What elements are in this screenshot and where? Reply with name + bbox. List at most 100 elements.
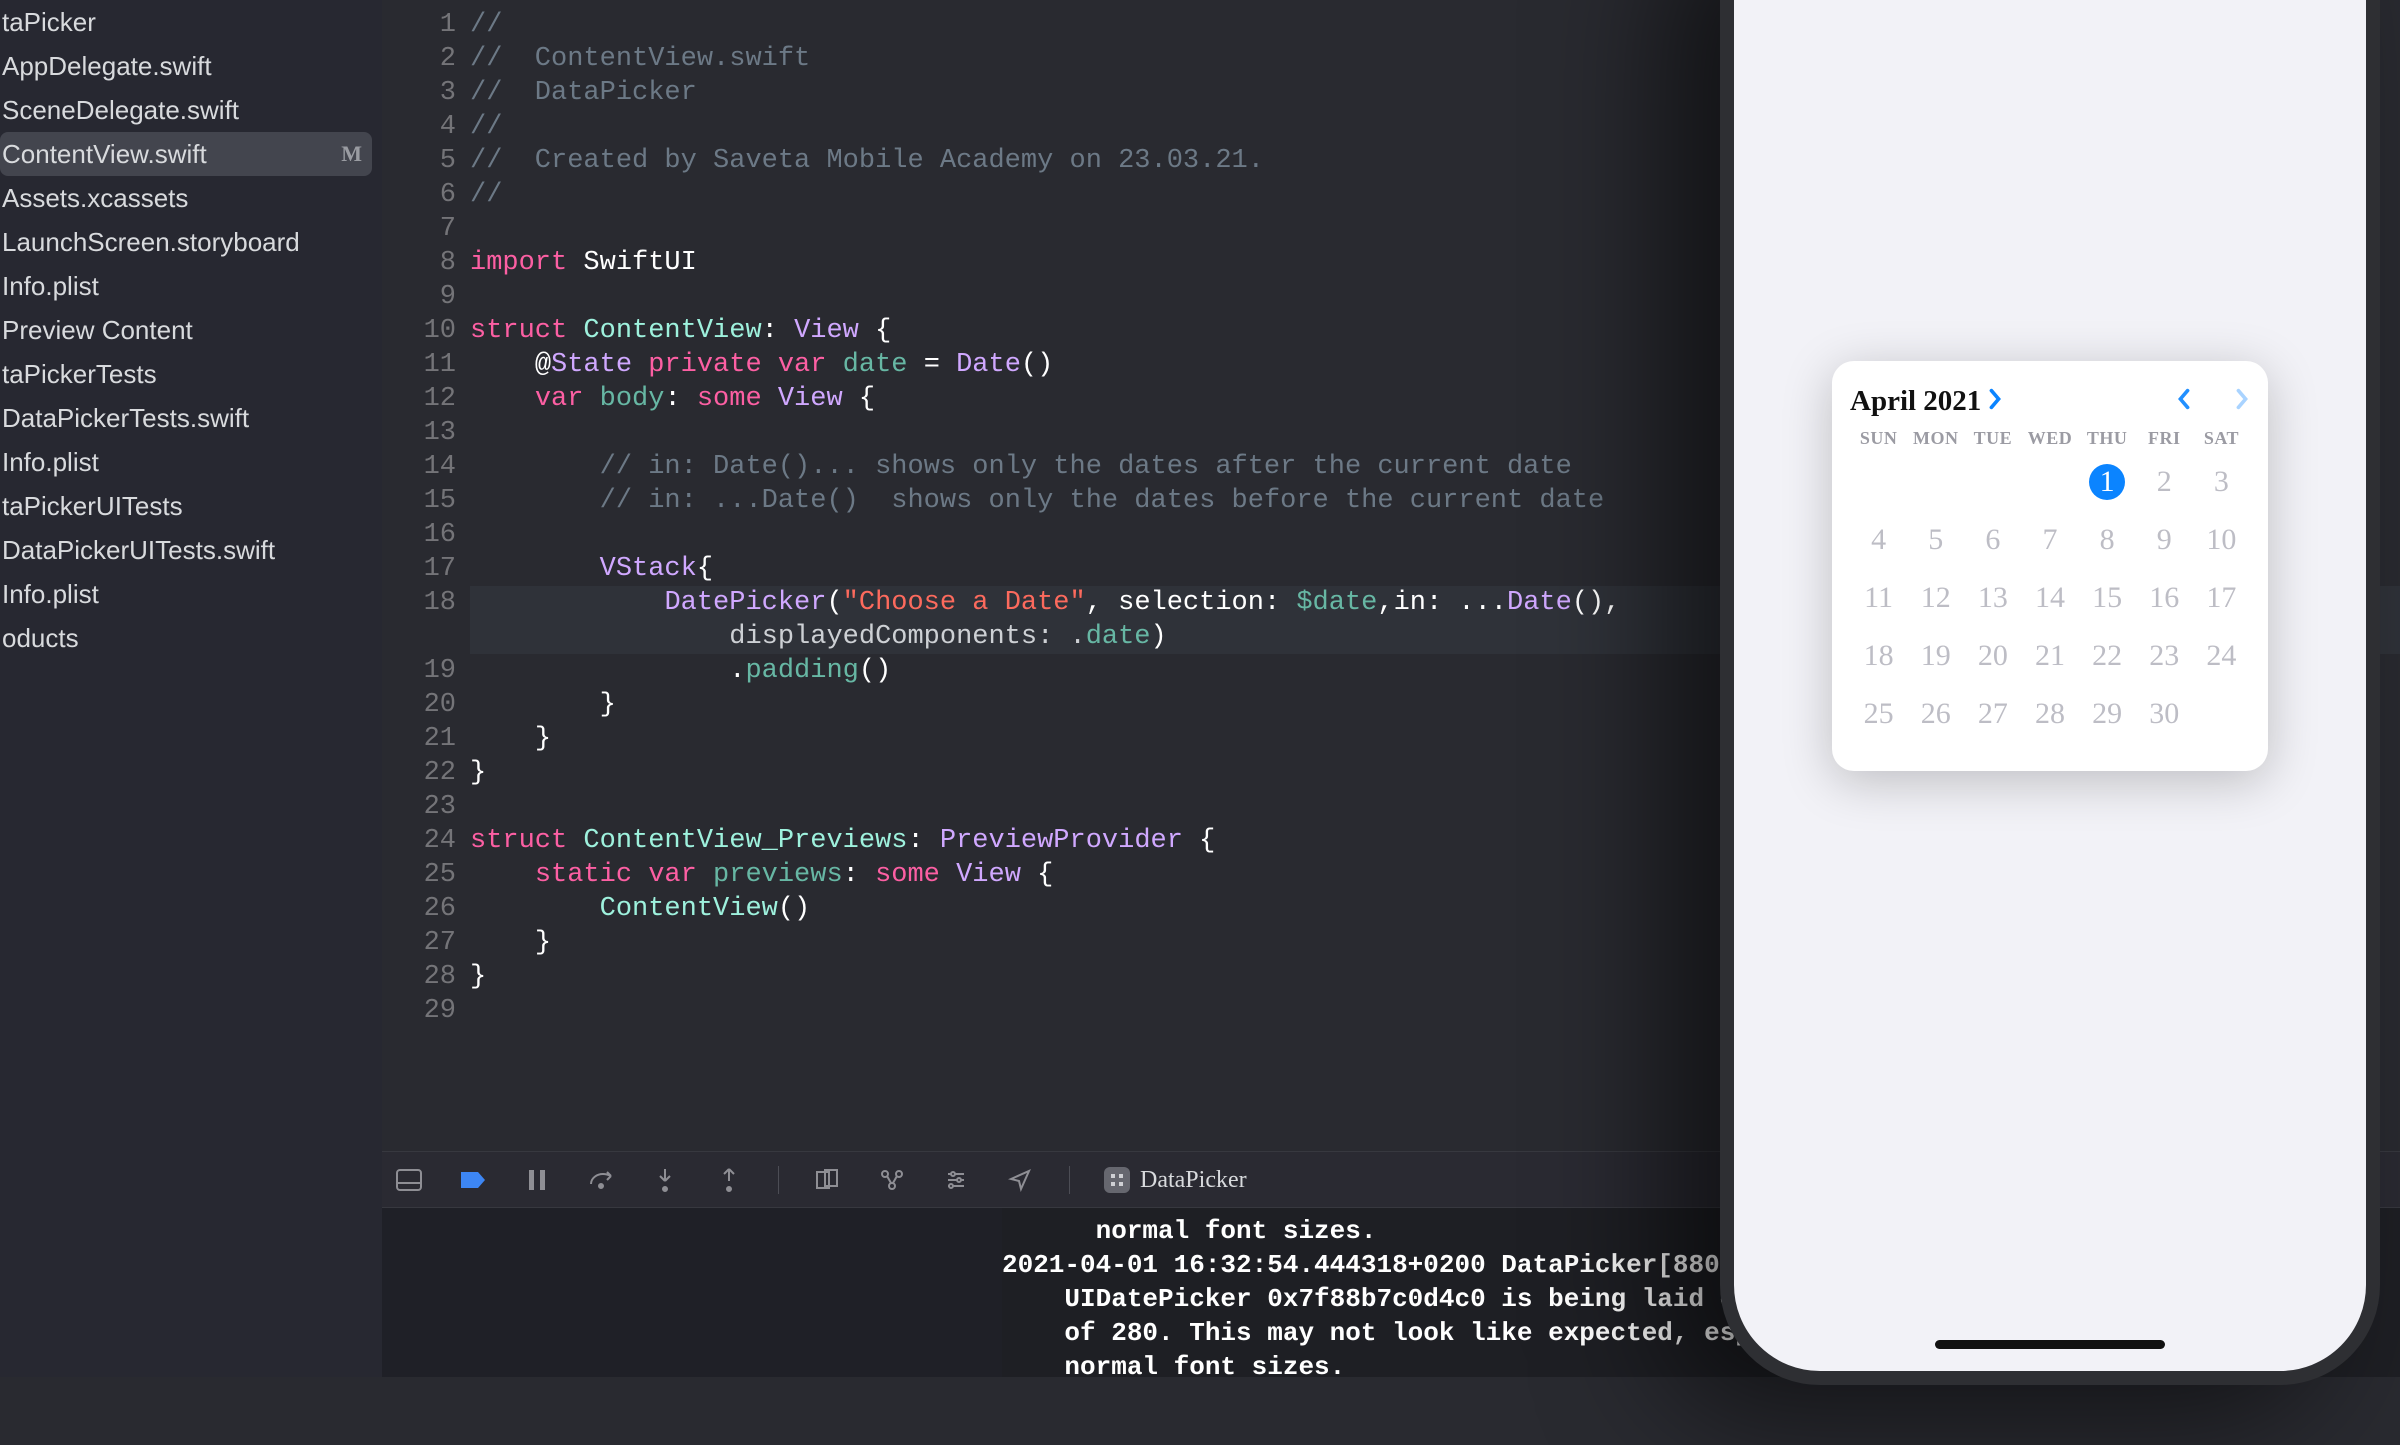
environment-overrides-icon[interactable] <box>941 1165 971 1195</box>
line-number: 3 <box>400 76 470 110</box>
debug-memory-graph-icon[interactable] <box>877 1165 907 1195</box>
line-number: 29 <box>400 994 470 1028</box>
line-number: 11 <box>400 348 470 382</box>
debug-view-hierarchy-icon[interactable] <box>813 1165 843 1195</box>
line-number: 15 <box>400 484 470 518</box>
line-number: 14 <box>400 450 470 484</box>
navigator-item[interactable]: taPicker <box>0 0 382 44</box>
code-line[interactable]: displayedComponents: .date) <box>470 620 2400 654</box>
modified-badge: M <box>341 143 362 165</box>
code-line[interactable]: } <box>470 926 2400 960</box>
code-area[interactable]: //// ContentView.swift// DataPicker//// … <box>470 0 2400 1151</box>
line-number: 25 <box>400 858 470 892</box>
code-line[interactable]: static var previews: some View { <box>470 858 2400 892</box>
code-line[interactable]: } <box>470 960 2400 994</box>
divider <box>1069 1166 1070 1194</box>
navigator-item-label: Assets.xcassets <box>2 185 188 211</box>
navigator-item[interactable]: DataPickerUITests.swift <box>0 528 382 572</box>
code-line[interactable]: // in: Date()... shows only the dates af… <box>470 450 2400 484</box>
code-line[interactable]: DatePicker("Choose a Date", selection: $… <box>470 586 2400 620</box>
line-number: 28 <box>400 960 470 994</box>
code-line[interactable] <box>470 790 2400 824</box>
line-number: 6 <box>400 178 470 212</box>
hide-debug-area-icon[interactable] <box>394 1165 424 1195</box>
line-number: 5 <box>400 144 470 178</box>
code-line[interactable]: // Created by Saveta Mobile Academy on 2… <box>470 144 2400 178</box>
step-into-icon[interactable] <box>650 1165 680 1195</box>
code-line[interactable]: struct ContentView_Previews: PreviewProv… <box>470 824 2400 858</box>
code-line[interactable] <box>470 518 2400 552</box>
code-line[interactable]: .padding() <box>470 654 2400 688</box>
line-number: 18 <box>400 586 470 620</box>
line-number: 12 <box>400 382 470 416</box>
code-line[interactable]: // ContentView.swift <box>470 42 2400 76</box>
navigator-item[interactable]: Preview Content <box>0 308 382 352</box>
navigator-item[interactable]: LaunchScreen.storyboard <box>0 220 382 264</box>
navigator-item[interactable]: ContentView.swiftM <box>0 132 372 176</box>
line-number: 16 <box>400 518 470 552</box>
source-editor[interactable]: 123456789101112131415161718 192021222324… <box>382 0 2400 1151</box>
code-line[interactable]: } <box>470 722 2400 756</box>
code-line[interactable]: struct ContentView: View { <box>470 314 2400 348</box>
line-number: 22 <box>400 756 470 790</box>
line-number: 23 <box>400 790 470 824</box>
line-number: 10 <box>400 314 470 348</box>
step-out-icon[interactable] <box>714 1165 744 1195</box>
variables-view[interactable] <box>382 1208 1002 1377</box>
code-line[interactable]: // <box>470 178 2400 212</box>
navigator-item-label: taPickerUITests <box>2 493 183 519</box>
console-output[interactable]: normal font sizes. 2021-04-01 16:32:54.4… <box>1002 1208 2400 1377</box>
code-line[interactable]: @State private var date = Date() <box>470 348 2400 382</box>
navigator-item[interactable]: DataPickerTests.swift <box>0 396 382 440</box>
navigator-item-label: AppDelegate.swift <box>2 53 212 79</box>
navigator-item-label: LaunchScreen.storyboard <box>2 229 300 255</box>
debug-console: normal font sizes. 2021-04-01 16:32:54.4… <box>382 1207 2400 1377</box>
line-number: 7 <box>400 212 470 246</box>
line-number: 27 <box>400 926 470 960</box>
divider <box>778 1166 779 1194</box>
code-line[interactable]: } <box>470 756 2400 790</box>
code-line[interactable]: // in: ...Date() shows only the dates be… <box>470 484 2400 518</box>
code-line[interactable]: // <box>470 8 2400 42</box>
line-number: 21 <box>400 722 470 756</box>
line-number: 1 <box>400 8 470 42</box>
process-selector[interactable]: DataPicker <box>1104 1167 1247 1193</box>
navigator-item[interactable]: taPickerUITests <box>0 484 382 528</box>
project-navigator[interactable]: taPicker AppDelegate.swift SceneDelegate.s… <box>0 0 382 1377</box>
code-line[interactable] <box>470 280 2400 314</box>
code-line[interactable]: var body: some View { <box>470 382 2400 416</box>
step-over-icon[interactable] <box>586 1165 616 1195</box>
line-number: 20 <box>400 688 470 722</box>
code-line[interactable]: VStack{ <box>470 552 2400 586</box>
navigator-item[interactable]: AppDelegate.swift <box>0 44 382 88</box>
navigator-item-label: DataPickerUITests.swift <box>2 537 275 563</box>
navigator-item-label: Info.plist <box>2 273 99 299</box>
navigator-item[interactable]: SceneDelegate.swift <box>0 88 382 132</box>
line-number: 19 <box>400 654 470 688</box>
navigator-item-label: oducts <box>2 625 79 651</box>
breakpoints-icon[interactable] <box>458 1165 488 1195</box>
pause-icon[interactable] <box>522 1165 552 1195</box>
code-line[interactable]: ContentView() <box>470 892 2400 926</box>
navigator-item[interactable]: Info.plist <box>0 440 382 484</box>
code-line[interactable]: // <box>470 110 2400 144</box>
code-line[interactable] <box>470 994 2400 1028</box>
code-line[interactable] <box>470 212 2400 246</box>
code-line[interactable]: import SwiftUI <box>470 246 2400 280</box>
navigator-item[interactable]: Info.plist <box>0 572 382 616</box>
line-number: 17 <box>400 552 470 586</box>
line-number: 13 <box>400 416 470 450</box>
line-number: 9 <box>400 280 470 314</box>
navigator-item[interactable]: oducts <box>0 616 382 660</box>
code-line[interactable]: } <box>470 688 2400 722</box>
navigator-item[interactable]: Info.plist <box>0 264 382 308</box>
navigator-item[interactable]: taPickerTests <box>0 352 382 396</box>
line-number: 26 <box>400 892 470 926</box>
code-line[interactable] <box>470 416 2400 450</box>
app-icon <box>1104 1167 1130 1193</box>
navigator-item-label: taPicker <box>2 9 96 35</box>
code-line[interactable]: // DataPicker <box>470 76 2400 110</box>
simulate-location-icon[interactable] <box>1005 1165 1035 1195</box>
navigator-item[interactable]: Assets.xcassets <box>0 176 382 220</box>
line-number: 4 <box>400 110 470 144</box>
